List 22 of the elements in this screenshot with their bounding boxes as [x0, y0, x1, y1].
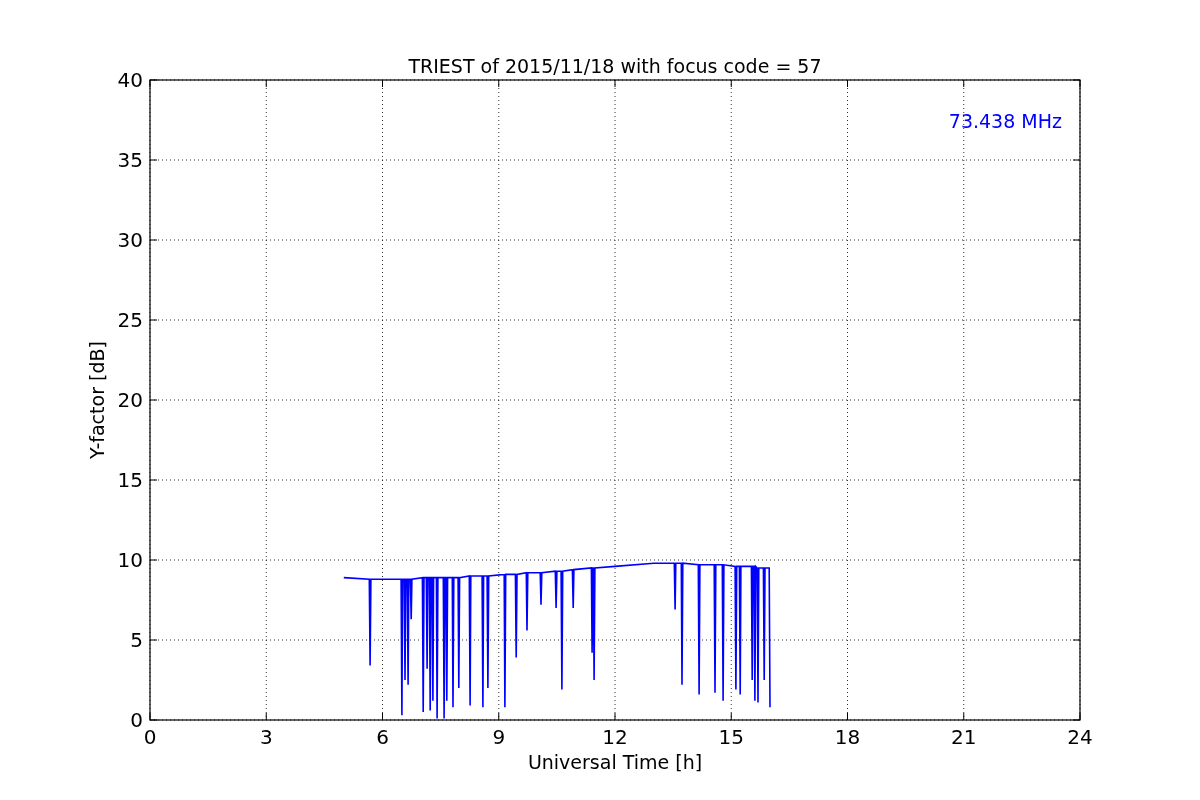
x-tick-label: 24 — [1067, 725, 1093, 749]
y-tick-label: 5 — [130, 628, 143, 652]
y-tick-label: 10 — [117, 548, 143, 572]
chart-title: TRIEST of 2015/11/18 with focus code = 57 — [408, 55, 822, 77]
x-tick-label: 0 — [143, 725, 157, 749]
x-tick-label: 21 — [951, 725, 977, 749]
y-tick-label: 40 — [117, 68, 143, 92]
x-tick-label: 6 — [376, 725, 389, 749]
y-tick-label: 15 — [117, 468, 143, 492]
x-tick-label: 15 — [718, 725, 744, 749]
y-tick-label: 20 — [117, 388, 143, 412]
y-tick-label: 0 — [130, 708, 143, 732]
y-tick-label: 35 — [117, 148, 143, 172]
x-tick-label: 9 — [492, 725, 506, 749]
y-tick-label: 25 — [117, 308, 143, 332]
y-tick-label: 30 — [117, 228, 143, 252]
x-tick-label: 12 — [602, 725, 628, 749]
x-tick-label: 3 — [259, 725, 273, 749]
x-axis-label: Universal Time [h] — [527, 751, 703, 773]
y-axis-label: Y-factor [dB] — [86, 341, 108, 459]
x-tick-label: 18 — [834, 725, 861, 749]
series-label: 73.438 MHz — [948, 110, 1062, 132]
